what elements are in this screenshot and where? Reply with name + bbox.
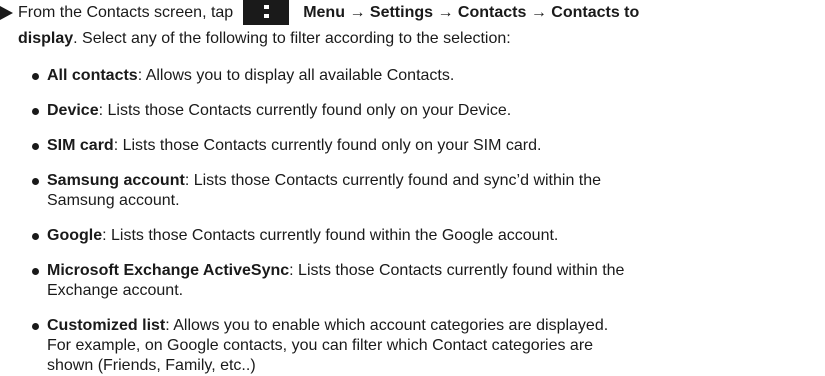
- item-line: Microsoft Exchange ActiveSync: Lists tho…: [47, 261, 817, 281]
- item-term: Customized list: [47, 317, 166, 334]
- item-description: : Lists those Contacts currently found w…: [102, 227, 559, 244]
- item-text: Device: Lists those Contacts currently f…: [47, 101, 817, 121]
- item-term: Google: [47, 227, 103, 244]
- item-term: Samsung account: [47, 172, 185, 189]
- menu-key-icon: [243, 0, 290, 25]
- bullet-icon: [32, 178, 39, 185]
- item-description: : Lists those Contacts currently found o…: [98, 102, 512, 119]
- item-line: SIM card: Lists those Contacts currently…: [47, 136, 817, 156]
- item-line: Samsung account: Lists those Contacts cu…: [47, 171, 817, 191]
- item-description-continued: For example, on Google contacts, you can…: [47, 337, 594, 354]
- item-description: : Allows you to display all available Co…: [137, 67, 455, 84]
- item-text: Google: Lists those Contacts currently f…: [47, 226, 817, 246]
- triangle-bullet-icon: [0, 6, 13, 20]
- bullet-icon: [32, 108, 39, 115]
- settings-label: Settings: [369, 4, 434, 21]
- arrow-2: →: [437, 4, 454, 21]
- bullet-icon: [32, 233, 39, 240]
- item-description: : Allows you to enable which account cat…: [165, 317, 609, 334]
- item-description-continued: Samsung account.: [47, 192, 180, 209]
- display-label: display: [18, 30, 74, 47]
- intro-prefix: From the Contacts screen, tap: [18, 4, 234, 21]
- intro-suffix: . Select any of the following to filter …: [73, 30, 511, 47]
- item-description-continued: Exchange account.: [47, 282, 184, 299]
- item-text: Microsoft Exchange ActiveSync: Lists tho…: [47, 261, 817, 301]
- bullet-icon: [32, 323, 39, 330]
- item-text: Customized list: Allows you to enable wh…: [47, 316, 817, 376]
- contacts-to-label: Contacts to: [551, 4, 640, 21]
- item-term: All contacts: [47, 67, 138, 84]
- arrow-1: →: [349, 4, 366, 21]
- item-term: Microsoft Exchange ActiveSync: [47, 262, 290, 279]
- bullet-icon: [32, 143, 39, 150]
- item-description: : Lists those Contacts currently found a…: [184, 172, 602, 189]
- item-term: Device: [47, 102, 99, 119]
- item-line: All contacts: Allows you to display all …: [47, 66, 817, 86]
- bullet-icon: [32, 73, 39, 80]
- menu-label: Menu: [303, 4, 345, 21]
- contacts-label: Contacts: [457, 4, 527, 21]
- arrow-3: →: [530, 4, 547, 21]
- bullet-icon: [32, 268, 39, 275]
- item-description: : Lists those Contacts currently found w…: [289, 262, 625, 279]
- item-line: Google: Lists those Contacts currently f…: [47, 226, 817, 246]
- intro-line-2: display. Select any of the following to …: [18, 29, 511, 49]
- item-text: Samsung account: Lists those Contacts cu…: [47, 171, 817, 211]
- item-description: : Lists those Contacts currently found o…: [113, 137, 542, 154]
- item-term: SIM card: [47, 137, 114, 154]
- item-description-continued: shown (Friends, Family, etc..): [47, 357, 256, 374]
- item-line: Customized list: Allows you to enable wh…: [47, 316, 817, 336]
- item-text: All contacts: Allows you to display all …: [47, 66, 817, 86]
- item-text: SIM card: Lists those Contacts currently…: [47, 136, 817, 156]
- item-line: Device: Lists those Contacts currently f…: [47, 101, 817, 121]
- intro-line-1: From the Contacts screen, tap Menu → Sett…: [18, 0, 640, 25]
